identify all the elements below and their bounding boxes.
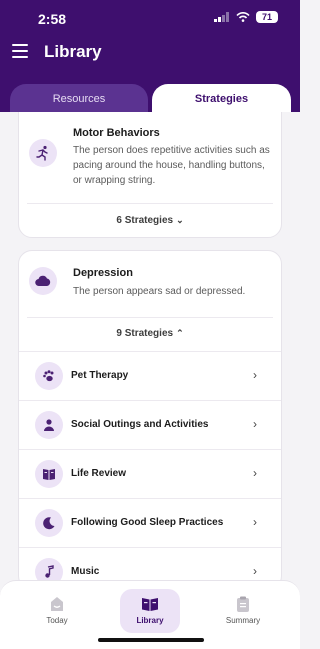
status-icons: 71 — [214, 11, 278, 23]
chevron-right-icon: › — [253, 417, 257, 431]
nav-label: Summary — [225, 616, 261, 625]
strategies-toggle-depression[interactable]: 9 Strategies ⌃ — [19, 328, 281, 339]
person-icon — [35, 411, 63, 439]
wifi-icon — [236, 12, 250, 22]
category-card-motor-behaviors: Motor Behaviors The person does repetiti… — [18, 112, 282, 238]
nav-today[interactable]: Today — [27, 589, 87, 633]
home-indicator — [98, 638, 204, 642]
strategy-label: Life Review — [71, 468, 127, 479]
category-title: Motor Behaviors — [73, 127, 160, 139]
hamburger-menu-icon[interactable] — [12, 44, 28, 58]
card-divider — [27, 203, 273, 204]
paw-icon — [35, 362, 63, 390]
strategy-row-pet-therapy[interactable]: Pet Therapy › — [19, 351, 281, 400]
strategy-label: Music — [71, 566, 100, 577]
tab-strategies[interactable]: Strategies — [152, 84, 291, 114]
strategies-count: 9 Strategies — [116, 328, 174, 339]
cloud-icon — [29, 267, 57, 295]
category-description: The person appears sad or depressed. — [73, 286, 246, 297]
chevron-right-icon: › — [253, 466, 257, 480]
strategies-count: 6 Strategies — [116, 215, 174, 226]
chevron-down-icon: ⌄ — [176, 215, 184, 225]
strategy-label: Social Outings and Activities — [71, 419, 209, 430]
category-title: Depression — [73, 267, 133, 279]
nav-library[interactable]: Library — [120, 589, 180, 633]
battery-indicator: 71 — [256, 11, 278, 23]
category-description: The person does repetitive activities su… — [73, 145, 270, 186]
strategy-row-music[interactable]: Music › — [19, 547, 281, 582]
strategy-row-life-review[interactable]: Life Review › — [19, 449, 281, 498]
strategies-list[interactable]: Motor Behaviors The person does repetiti… — [0, 112, 300, 582]
status-bar: 2:58 71 — [0, 0, 300, 34]
status-time: 2:58 — [38, 11, 67, 27]
strategies-toggle-motor[interactable]: 6 Strategies ⌄ — [19, 215, 281, 226]
category-card-depression: Depression The person appears sad or dep… — [18, 250, 282, 582]
page-title: Library — [44, 42, 102, 61]
strategy-label: Pet Therapy — [71, 370, 129, 381]
signal-icon — [214, 12, 229, 22]
book-icon — [35, 460, 63, 488]
chevron-up-icon: ⌃ — [176, 328, 184, 338]
strategy-row-social-outings[interactable]: Social Outings and Activities › — [19, 400, 281, 449]
running-person-icon — [29, 139, 57, 167]
music-note-icon — [35, 558, 63, 582]
clipboard-icon — [237, 596, 249, 612]
title-row: Library — [0, 38, 300, 68]
chevron-right-icon: › — [253, 368, 257, 382]
nav-summary[interactable]: Summary — [213, 589, 273, 633]
chevron-right-icon: › — [253, 564, 257, 578]
card-divider — [27, 317, 273, 318]
strategy-row-sleep-practices[interactable]: Following Good Sleep Practices › — [19, 498, 281, 547]
nav-label: Library — [136, 616, 164, 625]
strategy-label: Following Good Sleep Practices — [71, 517, 224, 528]
chevron-right-icon: › — [253, 515, 257, 529]
nav-label: Today — [46, 616, 68, 625]
today-icon — [51, 597, 63, 611]
library-book-icon — [142, 598, 158, 611]
moon-icon — [35, 509, 63, 537]
tab-resources[interactable]: Resources — [10, 84, 148, 114]
